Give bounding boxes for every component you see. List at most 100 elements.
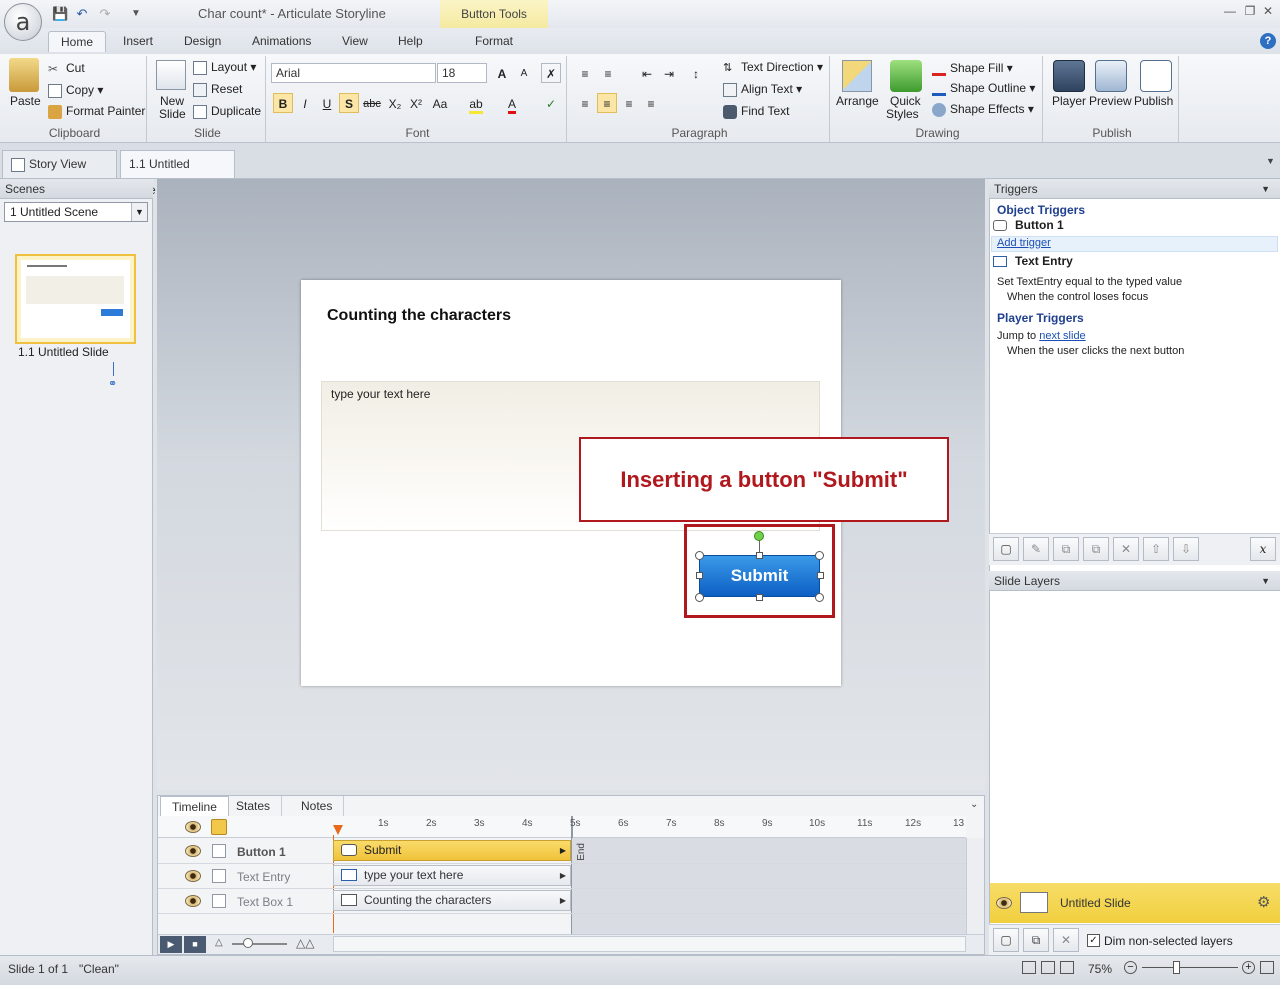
normal-view-icon[interactable] (1022, 961, 1036, 974)
stop-icon[interactable]: ■ (184, 936, 206, 953)
lock-checkbox[interactable] (212, 894, 226, 908)
layout-button[interactable]: Layout ▾ (193, 60, 256, 75)
fit-to-window-icon[interactable] (1260, 961, 1274, 974)
move-down-icon[interactable]: ⇩ (1173, 537, 1199, 561)
underline-button[interactable]: U (317, 93, 337, 113)
add-trigger-link[interactable]: Add trigger (997, 237, 1051, 249)
quick-styles-label-2[interactable]: Styles (886, 107, 919, 121)
next-slide-link[interactable]: next slide (1039, 330, 1085, 342)
italic-button[interactable]: I (295, 93, 315, 113)
increase-indent-icon[interactable]: ⇥ (659, 63, 679, 83)
chain-link-icon[interactable]: ⚭ (108, 377, 117, 390)
scene-dropdown[interactable]: 1 Untitled Scene ▼ (4, 202, 148, 222)
shadow-button[interactable]: S (339, 93, 359, 113)
text-direction-button[interactable]: ⇅ Text Direction ▾ (723, 60, 823, 75)
font-color-icon[interactable]: A (502, 93, 522, 114)
paste-icon[interactable] (9, 58, 39, 92)
shape-effects-button[interactable]: Shape Effects ▾ (932, 102, 1034, 117)
superscript-button[interactable]: X² (406, 93, 426, 113)
lock-all-icon[interactable] (211, 819, 227, 835)
timeline-bar-button1[interactable]: Submit ▶ (333, 840, 571, 861)
timeline-zoom-thumb[interactable] (243, 938, 253, 948)
submit-button[interactable]: Submit (699, 555, 820, 597)
tab-help[interactable]: Help (386, 31, 435, 52)
reset-button[interactable]: Reset (193, 82, 242, 97)
tab-notes[interactable]: Notes (290, 796, 345, 816)
timeline-zoom-slider[interactable] (232, 943, 287, 945)
bullets-icon[interactable]: ≡ (575, 63, 595, 83)
quick-styles-icon[interactable] (890, 60, 922, 92)
move-up-icon[interactable]: ⇧ (1143, 537, 1169, 561)
justify-icon[interactable]: ≡ (641, 93, 661, 113)
cut-button[interactable]: ✂ Cut (48, 61, 85, 76)
visibility-eye-icon[interactable] (185, 895, 201, 907)
tab-timeline[interactable]: Timeline (160, 796, 229, 816)
show-all-eye-icon[interactable] (185, 821, 201, 833)
font-size-select[interactable]: 18 (437, 63, 487, 83)
player-icon[interactable] (1053, 60, 1085, 92)
layer-visibility-eye-icon[interactable] (996, 897, 1012, 909)
zoom-in-mountain-icon[interactable]: △△ (296, 936, 314, 950)
publish-icon[interactable] (1140, 60, 1172, 92)
change-case-button[interactable]: Aa (428, 93, 452, 113)
resize-handle-bl[interactable] (695, 593, 704, 602)
publish-button[interactable]: Publish (1134, 94, 1173, 108)
trigger-object-text-entry[interactable]: Text Entry (1015, 254, 1073, 268)
lock-checkbox[interactable] (212, 869, 226, 883)
trigger-action[interactable]: Set TextEntry equal to the typed value (997, 276, 1182, 288)
chevron-down-icon[interactable]: ▼ (1261, 571, 1270, 591)
new-layer-icon[interactable]: ▢ (993, 928, 1019, 952)
paste-trigger-icon[interactable]: ⧉ (1083, 537, 1109, 561)
customize-toolbar-icon[interactable]: ▼ (128, 6, 144, 22)
app-logo-icon[interactable]: a (4, 3, 42, 41)
undo-icon[interactable]: ↶ (74, 6, 90, 22)
resize-handle-top[interactable] (756, 552, 763, 559)
delete-layer-icon[interactable]: ✕ (1053, 928, 1079, 952)
bold-button[interactable]: B (273, 93, 293, 113)
timeline-collapse-icon[interactable]: ⌄ (970, 799, 978, 810)
slide-thumbnail[interactable] (15, 254, 136, 344)
gear-icon[interactable]: ⚙ (1257, 893, 1270, 911)
timeline-bar-text-box[interactable]: Counting the characters ▶ (333, 890, 571, 911)
shape-fill-button[interactable]: Shape Fill ▾ (932, 61, 1013, 76)
tab-insert[interactable]: Insert (111, 31, 165, 52)
visibility-eye-icon[interactable] (185, 845, 201, 857)
trigger-object-button1[interactable]: Button 1 (1015, 218, 1064, 232)
copy-trigger-icon[interactable]: ⧉ (1053, 537, 1079, 561)
jump-trigger[interactable]: Jump to next slide (997, 330, 1086, 342)
align-center-icon[interactable]: ≡ (597, 93, 617, 113)
zoom-out-mountain-icon[interactable]: △ (215, 937, 223, 948)
chevron-down-icon[interactable]: ▼ (1261, 179, 1270, 199)
new-trigger-icon[interactable]: ▢ (993, 537, 1019, 561)
paste-button[interactable]: Paste (10, 94, 41, 108)
preview-button[interactable]: Preview (1089, 94, 1132, 108)
tab-untitled-slide[interactable]: 1.1 Untitled Slide✕ (120, 150, 235, 197)
slide-title-text[interactable]: Counting the characters (327, 307, 511, 325)
tab-home[interactable]: Home (48, 31, 107, 52)
restore-icon[interactable]: ❐ (1241, 4, 1259, 18)
zoom-out-icon[interactable]: − (1124, 961, 1137, 974)
lock-checkbox[interactable] (212, 844, 226, 858)
resize-handle-left[interactable] (696, 572, 703, 579)
timeline-horizontal-scrollbar[interactable] (333, 936, 966, 952)
resize-handle-tr[interactable] (815, 551, 824, 560)
decrease-indent-icon[interactable]: ⇤ (637, 63, 657, 83)
tab-overflow-icon[interactable]: ▼ (1266, 156, 1275, 166)
new-slide-label-1[interactable]: New (160, 94, 184, 108)
preview-icon[interactable] (1095, 60, 1127, 92)
tab-format[interactable]: Format (463, 31, 525, 52)
timeline-bar-text-entry[interactable]: type your text here ▶ (333, 865, 571, 886)
expand-arrow-icon[interactable]: ▶ (560, 866, 566, 885)
shape-outline-button[interactable]: Shape Outline ▾ (932, 81, 1035, 96)
zoom-slider[interactable] (1142, 967, 1238, 968)
resize-handle-bottom[interactable] (756, 594, 763, 601)
resize-handle-tl[interactable] (695, 551, 704, 560)
save-icon[interactable]: 💾 (52, 6, 68, 22)
arrange-button[interactable]: Arrange (836, 94, 879, 108)
rotation-handle[interactable] (754, 531, 764, 541)
align-right-icon[interactable]: ≡ (619, 93, 639, 113)
grow-font-button[interactable]: A (492, 63, 512, 83)
variables-icon[interactable]: x (1250, 537, 1276, 561)
subscript-button[interactable]: X₂ (385, 93, 405, 113)
reading-view-icon[interactable] (1060, 961, 1074, 974)
